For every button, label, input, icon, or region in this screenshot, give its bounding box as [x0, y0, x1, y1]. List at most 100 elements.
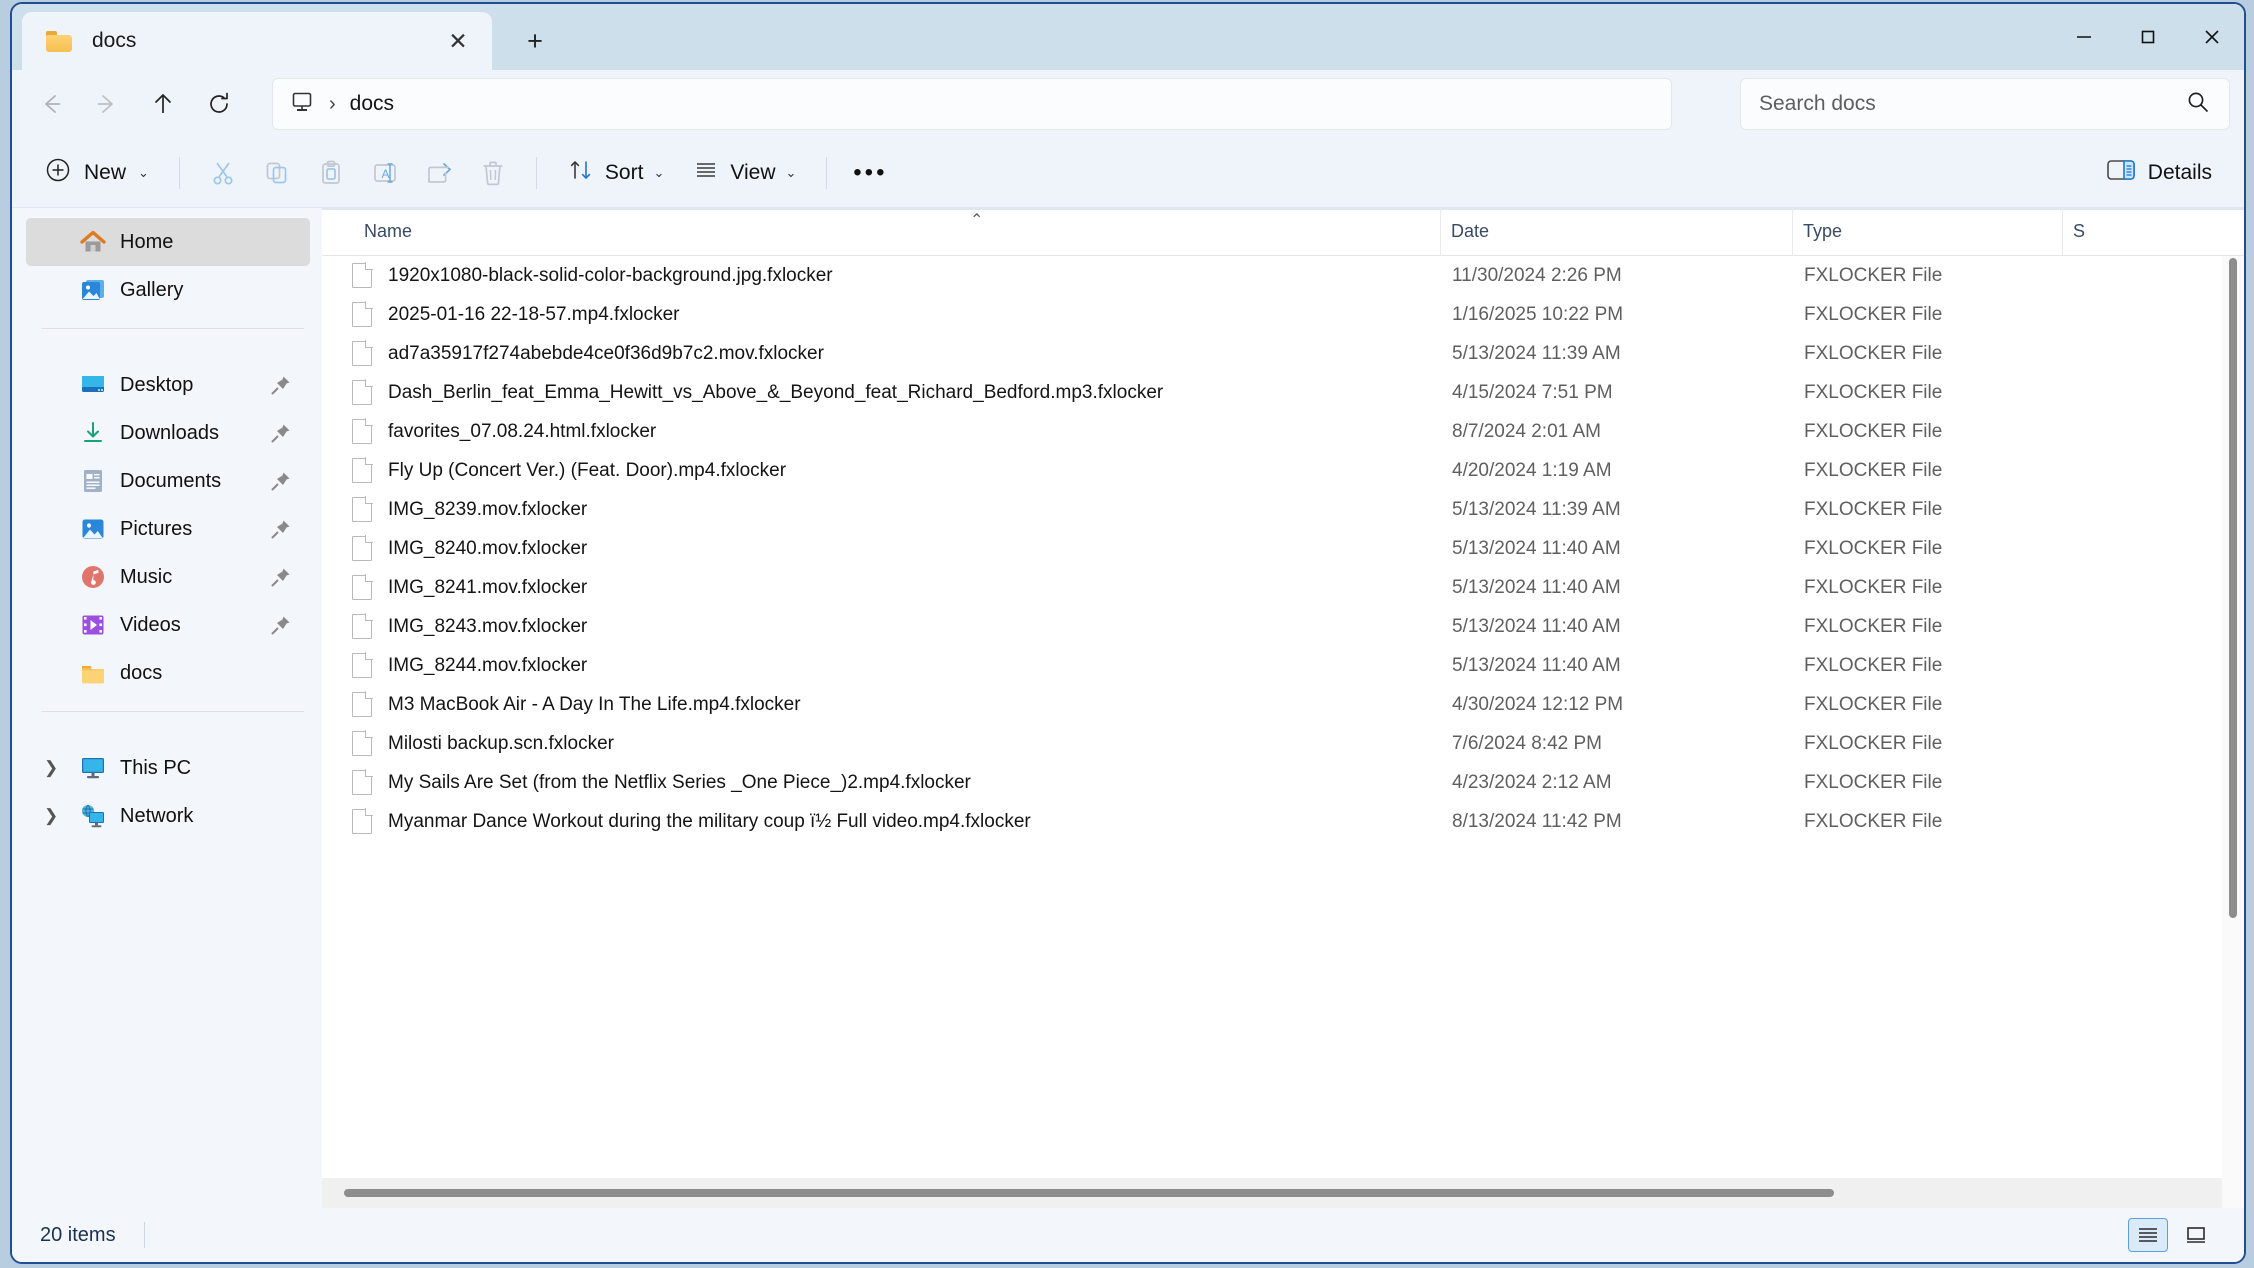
- table-row[interactable]: IMG_8239.mov.fxlocker 5/13/2024 11:39 AM F…: [322, 490, 2244, 529]
- file-date-label: 8/7/2024 2:01 AM: [1452, 420, 1601, 442]
- details-pane-button[interactable]: Details: [2092, 149, 2226, 197]
- file-date-label: 5/13/2024 11:40 AM: [1452, 615, 1621, 637]
- table-row[interactable]: M3 MacBook Air - A Day In The Life.mp4.f…: [322, 685, 2244, 724]
- pin-icon[interactable]: [270, 614, 292, 636]
- file-name-cell[interactable]: IMG_8239.mov.fxlocker: [322, 490, 1440, 529]
- sidebar-item-gallery[interactable]: Gallery: [26, 266, 310, 314]
- cut-button[interactable]: [196, 149, 250, 197]
- file-type-cell: FXLOCKER File: [1792, 490, 2062, 529]
- refresh-button[interactable]: [194, 79, 244, 129]
- sort-button[interactable]: Sort ⌄: [553, 149, 678, 197]
- vertical-scrollbar-thumb[interactable]: [2229, 258, 2237, 918]
- minimize-icon[interactable]: [2052, 4, 2116, 70]
- breadcrumb[interactable]: › docs: [272, 78, 1672, 130]
- sidebar-item-downloads[interactable]: Downloads: [26, 409, 310, 457]
- table-row[interactable]: Fly Up (Concert Ver.) (Feat. Door).mp4.f…: [322, 451, 2244, 490]
- column-header-size[interactable]: S: [2062, 208, 2122, 255]
- pin-icon[interactable]: [270, 374, 292, 396]
- file-name-cell[interactable]: 2025-01-16 22-18-57.mp4.fxlocker: [322, 295, 1440, 334]
- rename-button[interactable]: A: [358, 149, 412, 197]
- new-button[interactable]: New ⌄: [30, 149, 163, 197]
- explorer-body: Home Gallery Desktop Downloads Documents…: [12, 208, 2244, 1208]
- file-name-cell[interactable]: Milosti backup.scn.fxlocker: [322, 724, 1440, 763]
- sidebar-item-videos[interactable]: Videos: [26, 601, 310, 649]
- table-row[interactable]: 2025-01-16 22-18-57.mp4.fxlocker 1/16/202…: [322, 295, 2244, 334]
- file-name-cell[interactable]: favorites_07.08.24.html.fxlocker: [322, 412, 1440, 451]
- plus-circle-icon: [44, 156, 72, 189]
- up-button[interactable]: [138, 79, 188, 129]
- file-name-cell[interactable]: IMG_8244.mov.fxlocker: [322, 646, 1440, 685]
- file-type-label: FXLOCKER File: [1804, 537, 1943, 559]
- close-tab-icon[interactable]: ✕: [438, 21, 478, 61]
- search-input[interactable]: Search docs: [1740, 78, 2230, 130]
- file-type-label: FXLOCKER File: [1804, 576, 1943, 598]
- file-type-label: FXLOCKER File: [1804, 264, 1943, 286]
- table-row[interactable]: favorites_07.08.24.html.fxlocker 8/7/2024…: [322, 412, 2244, 451]
- file-name-cell[interactable]: IMG_8240.mov.fxlocker: [322, 529, 1440, 568]
- table-row[interactable]: IMG_8243.mov.fxlocker 5/13/2024 11:40 AM F…: [322, 607, 2244, 646]
- file-name-cell[interactable]: 1920x1080-black-solid-color-background.j…: [322, 256, 1440, 295]
- copy-button[interactable]: [250, 149, 304, 197]
- file-type-cell: FXLOCKER File: [1792, 763, 2062, 802]
- file-name-cell[interactable]: IMG_8243.mov.fxlocker: [322, 607, 1440, 646]
- large-icons-view-button[interactable]: [2176, 1218, 2216, 1252]
- table-row[interactable]: IMG_8244.mov.fxlocker 5/13/2024 11:40 AM F…: [322, 646, 2244, 685]
- file-name-label: favorites_07.08.24.html.fxlocker: [388, 420, 657, 442]
- file-name-cell[interactable]: My Sails Are Set (from the Netflix Serie…: [322, 763, 1440, 802]
- sidebar-item-docs[interactable]: docs: [26, 649, 310, 697]
- file-name-label: 2025-01-16 22-18-57.mp4.fxlocker: [388, 303, 680, 325]
- search-icon[interactable]: [2185, 89, 2211, 120]
- table-row[interactable]: 1920x1080-black-solid-color-background.j…: [322, 256, 2244, 295]
- table-row[interactable]: IMG_8241.mov.fxlocker 5/13/2024 11:40 AM F…: [322, 568, 2244, 607]
- vertical-scrollbar[interactable]: [2222, 256, 2244, 1208]
- tab-docs[interactable]: docs ✕: [22, 12, 492, 70]
- horizontal-scrollbar[interactable]: [322, 1178, 2222, 1208]
- pin-icon[interactable]: [270, 518, 292, 540]
- pin-icon[interactable]: [270, 470, 292, 492]
- back-button[interactable]: [26, 79, 76, 129]
- forward-button[interactable]: [82, 79, 132, 129]
- pin-icon[interactable]: [270, 566, 292, 588]
- documents-icon: [78, 466, 108, 496]
- pin-icon[interactable]: [270, 422, 292, 444]
- details-view-button[interactable]: [2128, 1218, 2168, 1252]
- share-button[interactable]: [412, 149, 466, 197]
- sidebar-item-this-pc[interactable]: ❯ This PC: [26, 744, 310, 792]
- file-name-cell[interactable]: ad7a35917f274abebde4ce0f36d9b7c2.mov.fxl…: [322, 334, 1440, 373]
- table-row[interactable]: Milosti backup.scn.fxlocker 7/6/2024 8:42…: [322, 724, 2244, 763]
- horizontal-scrollbar-thumb[interactable]: [344, 1189, 1834, 1197]
- file-name-cell[interactable]: Myanmar Dance Workout during the militar…: [322, 802, 1440, 841]
- column-header-name[interactable]: Name ⌃: [322, 208, 1440, 255]
- table-row[interactable]: Dash_Berlin_feat_Emma_Hewitt_vs_Above_&_…: [322, 373, 2244, 412]
- column-header-date[interactable]: Date: [1440, 208, 1792, 255]
- paste-button[interactable]: [304, 149, 358, 197]
- breadcrumb-current[interactable]: docs: [350, 92, 394, 116]
- sidebar-item-home[interactable]: Home: [26, 218, 310, 266]
- file-name-cell[interactable]: Fly Up (Concert Ver.) (Feat. Door).mp4.f…: [322, 451, 1440, 490]
- file-name-cell[interactable]: Dash_Berlin_feat_Emma_Hewitt_vs_Above_&_…: [322, 373, 1440, 412]
- file-name-cell[interactable]: M3 MacBook Air - A Day In The Life.mp4.f…: [322, 685, 1440, 724]
- sidebar-item-pictures[interactable]: Pictures: [26, 505, 310, 553]
- delete-button[interactable]: [466, 149, 520, 197]
- sidebar-item-music[interactable]: Music: [26, 553, 310, 601]
- sidebar-item-network[interactable]: ❯ Network: [26, 792, 310, 840]
- chevron-right-icon[interactable]: ❯: [44, 758, 58, 778]
- more-options-button[interactable]: •••: [843, 149, 897, 197]
- column-header-type[interactable]: Type: [1792, 208, 2062, 255]
- file-name-cell[interactable]: IMG_8241.mov.fxlocker: [322, 568, 1440, 607]
- table-row[interactable]: My Sails Are Set (from the Netflix Serie…: [322, 763, 2244, 802]
- file-date-label: 5/13/2024 11:39 AM: [1452, 342, 1621, 364]
- maximize-icon[interactable]: [2116, 4, 2180, 70]
- table-row[interactable]: ad7a35917f274abebde4ce0f36d9b7c2.mov.fxl…: [322, 334, 2244, 373]
- this-pc-icon[interactable]: [289, 89, 315, 120]
- sidebar-item-documents[interactable]: Documents: [26, 457, 310, 505]
- table-row[interactable]: Myanmar Dance Workout during the militar…: [322, 802, 2244, 841]
- file-name-label: M3 MacBook Air - A Day In The Life.mp4.f…: [388, 693, 801, 715]
- close-icon[interactable]: [2180, 4, 2244, 70]
- view-button[interactable]: View ⌄: [678, 149, 810, 197]
- chevron-right-icon[interactable]: ❯: [44, 806, 58, 826]
- new-tab-button[interactable]: +: [512, 18, 558, 64]
- item-count-label: 20 items: [40, 1223, 116, 1246]
- sidebar-item-desktop[interactable]: Desktop: [26, 361, 310, 409]
- table-row[interactable]: IMG_8240.mov.fxlocker 5/13/2024 11:40 AM F…: [322, 529, 2244, 568]
